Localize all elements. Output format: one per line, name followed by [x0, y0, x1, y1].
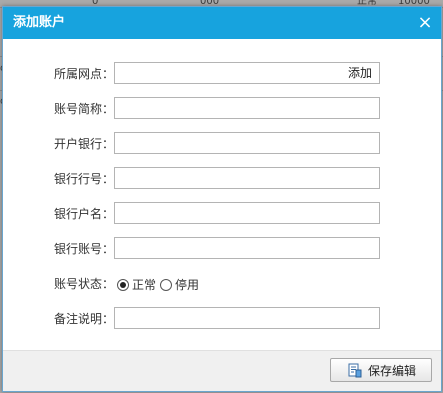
status-disabled-radio[interactable]: [160, 278, 173, 291]
add-account-dialog: 添加账户 × 所属网点： 添加 账号简称： 开户银行： 银行行号： 银行户名： …: [2, 6, 442, 392]
dialog-body: 所属网点： 添加 账号简称： 开户银行： 银行行号： 银行户名： 银行账号： 账…: [3, 39, 441, 350]
remark-label: 备注说明：: [53, 312, 114, 326]
form-row-outlet: 所属网点： 添加: [3, 62, 441, 86]
status-disabled-label[interactable]: 停用: [175, 277, 199, 293]
status-normal-label[interactable]: 正常: [132, 277, 156, 293]
remark-input[interactable]: [114, 307, 380, 329]
outlet-label: 所属网点：: [53, 67, 114, 81]
form-row-remark: 备注说明：: [3, 307, 441, 331]
bank-account-input[interactable]: [114, 237, 380, 259]
status-label: 账号状态：: [53, 277, 114, 291]
status-normal-radio[interactable]: [117, 278, 129, 291]
holder-name-label: 银行户名：: [53, 207, 114, 221]
bank-label: 开户银行：: [53, 137, 114, 151]
document-edit-icon: [348, 363, 362, 378]
bank-code-input[interactable]: [114, 167, 380, 189]
close-icon: ×: [417, 12, 433, 33]
form-row-bank-code: 银行行号：: [3, 167, 441, 191]
short-name-input[interactable]: [114, 97, 380, 119]
dialog-footer: 保存编辑: [3, 350, 441, 391]
add-outlet-button[interactable]: 添加: [348, 65, 372, 81]
outlet-input[interactable]: [114, 62, 380, 84]
status-radio-group: 正常 停用: [117, 274, 203, 294]
form-row-short-name: 账号简称：: [3, 97, 441, 121]
holder-name-input[interactable]: [114, 202, 380, 224]
bank-input[interactable]: [114, 132, 380, 154]
form-row-status: 账号状态： 正常 停用: [3, 272, 441, 296]
save-edit-label: 保存编辑: [368, 364, 417, 378]
dialog-title: 添加账户: [13, 15, 66, 30]
save-edit-button[interactable]: 保存编辑: [330, 358, 432, 382]
bank-code-label: 银行行号：: [53, 172, 114, 186]
form-row-holder-name: 银行户名：: [3, 202, 441, 226]
short-name-label: 账号简称：: [53, 102, 114, 116]
form-row-bank: 开户银行：: [3, 132, 441, 156]
dialog-titlebar: 添加账户 ×: [3, 7, 441, 39]
bank-account-label: 银行账号：: [53, 242, 114, 256]
form-row-bank-account: 银行账号：: [3, 237, 441, 261]
close-button[interactable]: ×: [415, 13, 435, 33]
